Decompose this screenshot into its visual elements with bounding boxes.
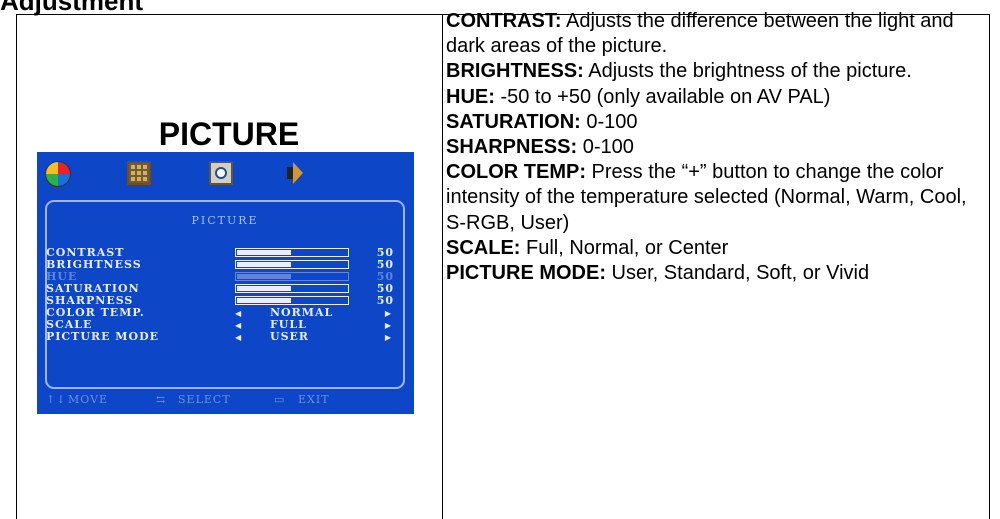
description-hue: HUE: -50 to +50 (only available on AV PA… xyxy=(446,85,986,110)
select-arrows-icon: ⇆ xyxy=(156,393,167,406)
description-scale: SCALE: Full, Normal, or Center xyxy=(446,236,986,261)
description-brightness: BRIGHTNESS: Adjusts the brightness of th… xyxy=(446,59,986,84)
picture-grid-icon[interactable] xyxy=(127,161,151,185)
arrow-left-icon[interactable]: ◀ xyxy=(235,307,242,319)
description-term: SHARPNESS: xyxy=(446,136,578,159)
arrow-right-icon[interactable]: ▶ xyxy=(385,319,392,331)
table-border-left xyxy=(16,15,17,519)
description-term: BRIGHTNESS: xyxy=(446,60,584,83)
description-text: Adjusts the brightness of the picture. xyxy=(583,60,912,83)
description-term: COLOR TEMP: xyxy=(446,161,586,184)
slider-fill xyxy=(237,274,291,279)
menu-key-icon: ▭ xyxy=(274,393,286,406)
description-picture-mode: PICTURE MODE: User, Standard, Soft, or V… xyxy=(446,261,986,286)
osd-row-picture-mode[interactable]: PICTURE MODE ◀ USER ▶ xyxy=(46,331,394,343)
arrow-left-icon[interactable]: ◀ xyxy=(235,331,242,343)
move-arrows-icon: ↑↓ xyxy=(46,393,67,406)
osd-row-color-temp[interactable]: COLOR TEMP. ◀ NORMAL ▶ xyxy=(46,307,394,319)
arrow-right-icon[interactable]: ▶ xyxy=(385,307,392,319)
picture-title: PICTURE xyxy=(158,116,300,152)
description-term: SATURATION: xyxy=(446,110,581,133)
description-saturation: SATURATION: 0-100 xyxy=(446,110,986,135)
description-list: CONTRAST: Adjusts the difference between… xyxy=(446,9,986,286)
footer-exit-label: EXIT xyxy=(298,393,330,406)
slider-fill xyxy=(237,286,291,291)
osd-menu-title: PICTURE xyxy=(191,214,259,227)
description-sharpness: SHARPNESS: 0-100 xyxy=(446,135,986,160)
description-term: SCALE: xyxy=(446,236,521,259)
osd-menu-screenshot: PICTURE CONTRAST 50 BRIGHTNESS 50 HUE 50… xyxy=(37,152,414,414)
color-wheel-icon[interactable] xyxy=(45,161,71,187)
hue-slider[interactable] xyxy=(235,272,349,281)
saturation-slider[interactable] xyxy=(235,284,349,293)
description-contrast: CONTRAST: Adjusts the difference between… xyxy=(446,9,986,59)
sharpness-slider[interactable] xyxy=(235,296,349,305)
description-text: 0-100 xyxy=(577,136,634,159)
slider-fill xyxy=(237,250,291,255)
osd-row-value: 50 xyxy=(376,294,394,307)
description-text: 0-100 xyxy=(580,110,638,133)
arrow-right-icon[interactable]: ▶ xyxy=(385,331,392,343)
brightness-slider[interactable] xyxy=(235,260,349,269)
description-text: User, Standard, Soft, or Vivid xyxy=(606,262,870,285)
description-text: -50 to +50 (only available on AV PAL) xyxy=(494,85,831,108)
clock-icon[interactable] xyxy=(209,161,233,185)
description-term: PICTURE MODE: xyxy=(446,262,606,285)
slider-fill xyxy=(237,298,291,303)
arrow-left-icon[interactable]: ◀ xyxy=(235,319,242,331)
contrast-slider[interactable] xyxy=(235,248,349,257)
description-term: CONTRAST: xyxy=(446,10,562,32)
description-term: HUE: xyxy=(446,85,495,108)
osd-row-brightness[interactable]: BRIGHTNESS 50 xyxy=(46,259,394,271)
footer-move-label: MOVE xyxy=(68,393,109,406)
description-color-temp: COLOR TEMP: Press the “+” button to chan… xyxy=(446,160,986,236)
slider-fill xyxy=(237,262,291,267)
osd-option-value: USER xyxy=(270,330,310,343)
table-divider xyxy=(442,15,443,519)
osd-row-label: PICTURE MODE xyxy=(46,330,159,343)
osd-footer: ↑↓ MOVE ⇆ SELECT ▭ EXIT xyxy=(46,394,406,406)
footer-select-label: SELECT xyxy=(178,393,231,406)
description-text: Full, Normal, or Center xyxy=(520,236,729,259)
table-border-right xyxy=(989,15,990,519)
speaker-icon[interactable] xyxy=(285,161,311,185)
